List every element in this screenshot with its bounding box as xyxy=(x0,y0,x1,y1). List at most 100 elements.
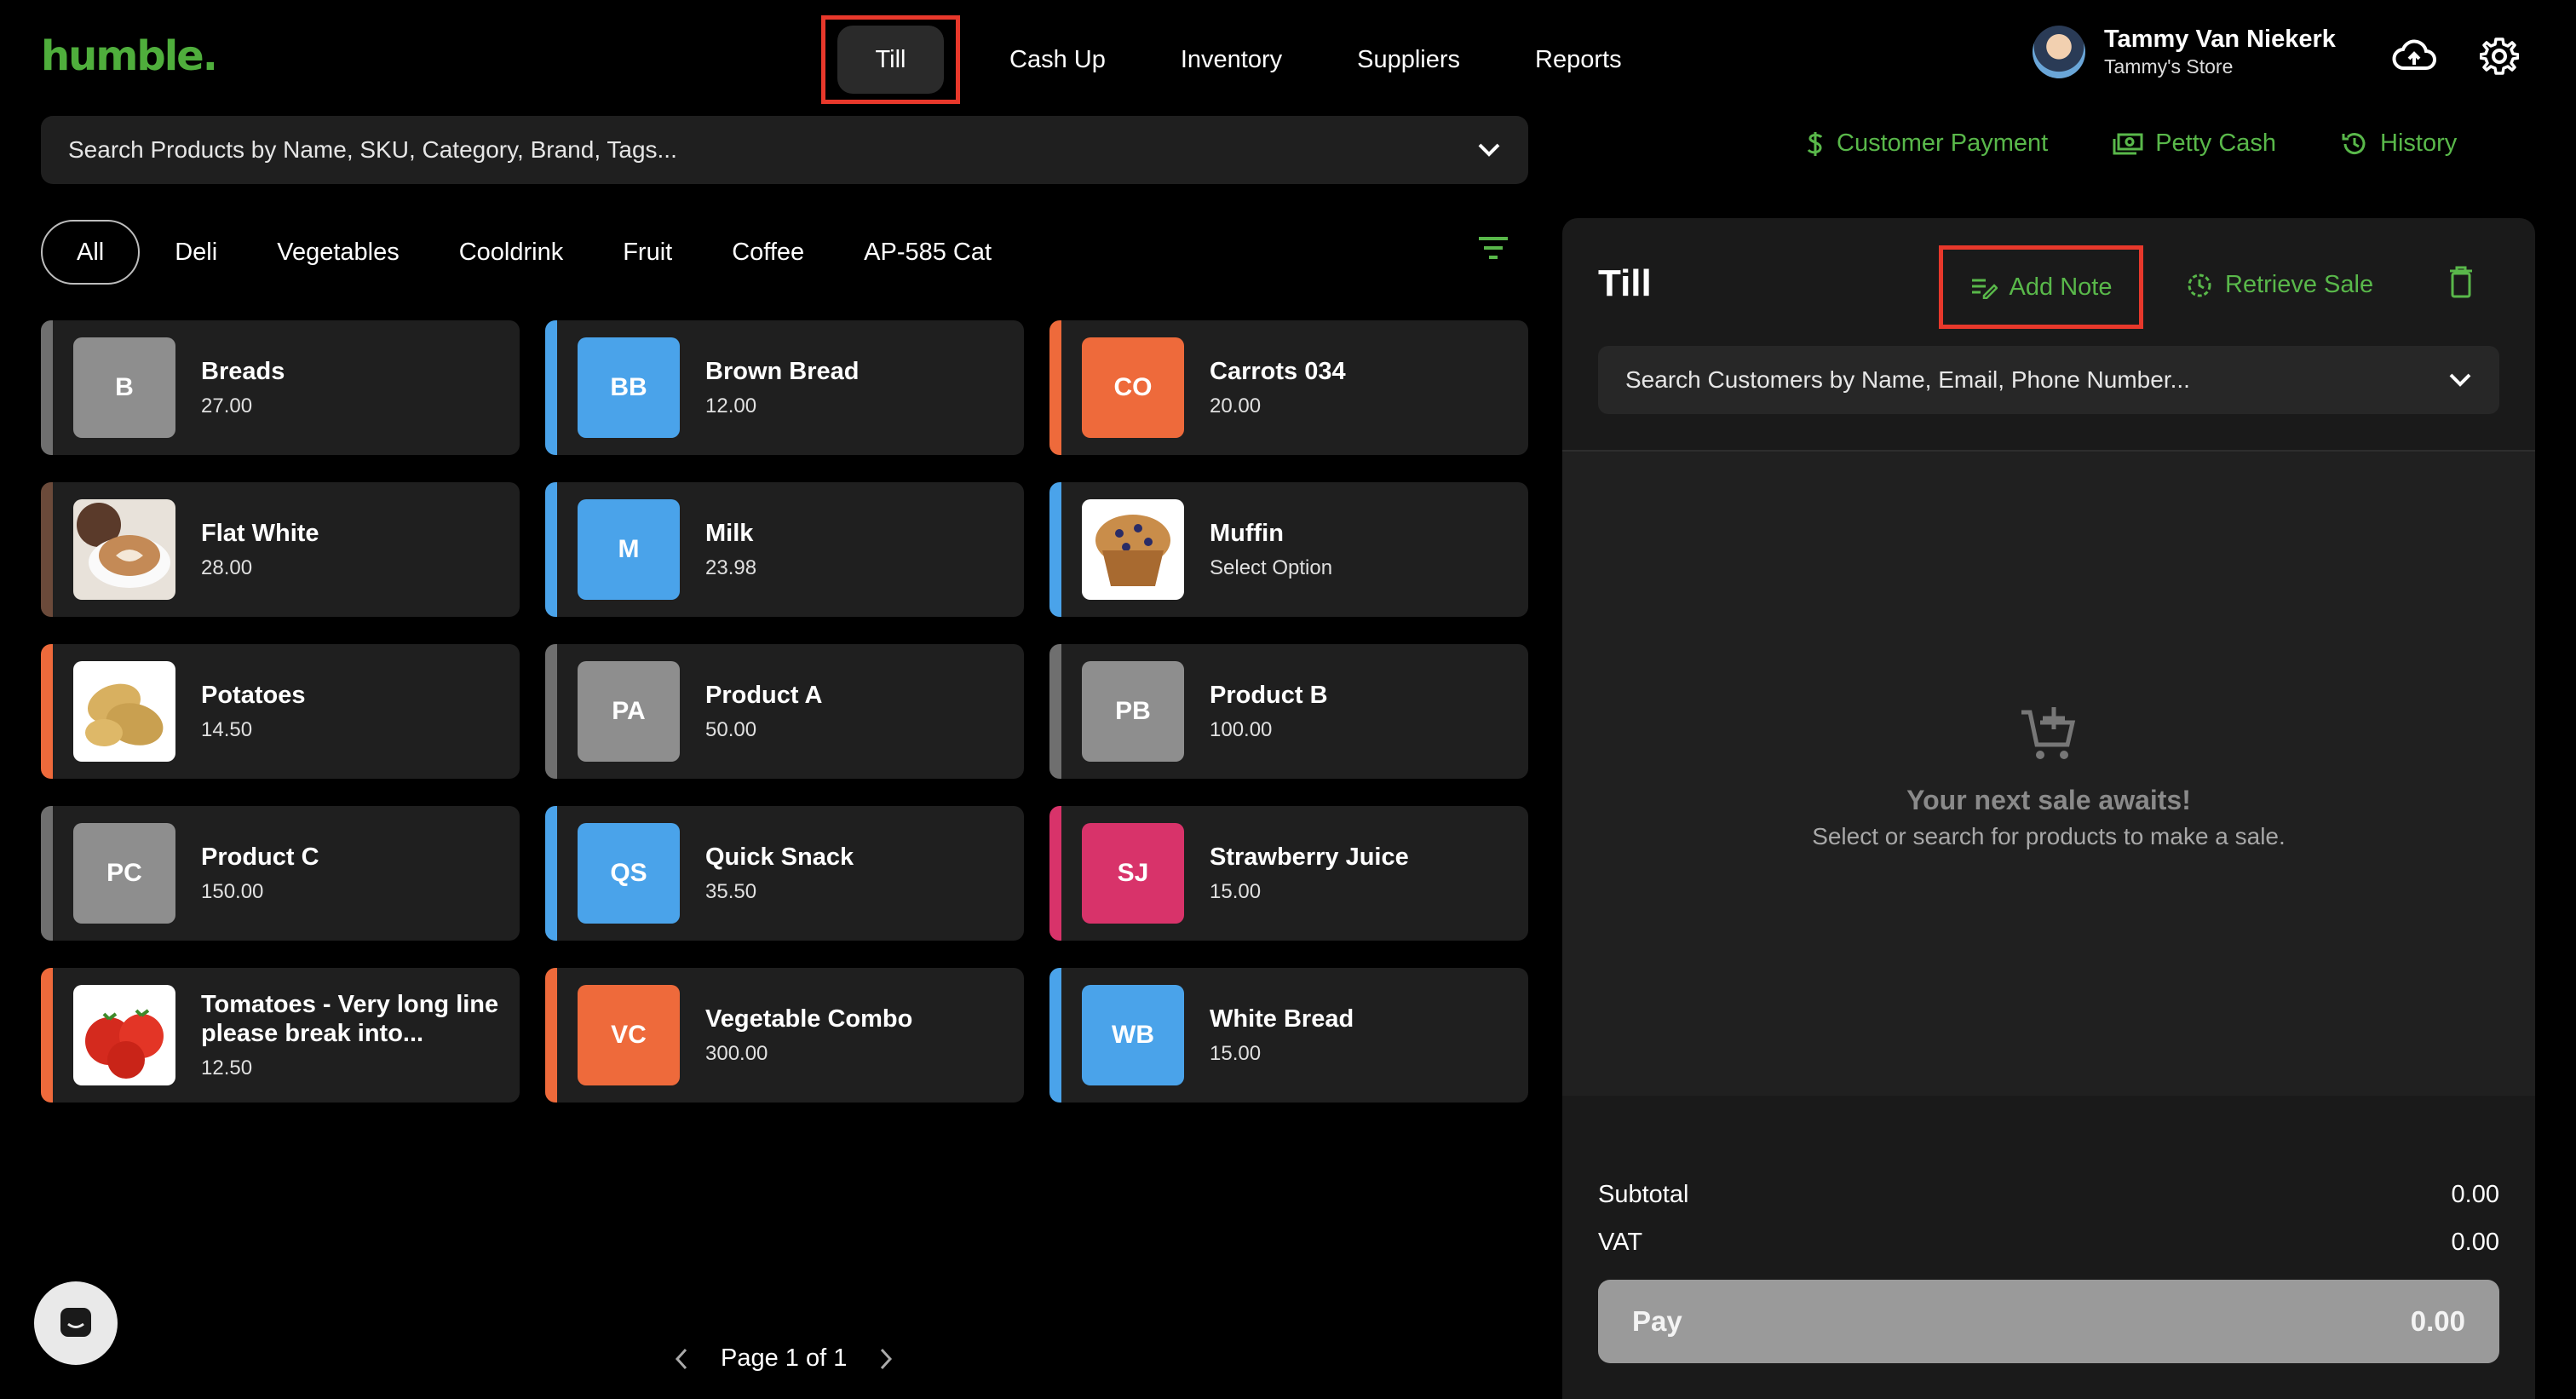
category-all[interactable]: All xyxy=(41,220,141,285)
tab-reports[interactable]: Reports xyxy=(1498,18,1659,101)
product-color-stripe xyxy=(41,482,53,617)
category-fruit[interactable]: Fruit xyxy=(593,220,702,285)
product-color-stripe xyxy=(1049,644,1061,779)
chevron-right-icon[interactable] xyxy=(869,1347,903,1371)
add-note-label: Add Note xyxy=(2009,273,2113,301)
product-card[interactable]: M Milk 23.98 xyxy=(545,482,1024,617)
product-card[interactable]: SJ Strawberry Juice 15.00 xyxy=(1049,806,1528,941)
history-button[interactable]: History xyxy=(2341,130,2457,158)
retrieve-sale-label: Retrieve Sale xyxy=(2225,271,2374,298)
pay-button[interactable]: Pay 0.00 xyxy=(1598,1280,2499,1363)
chevron-down-icon[interactable] xyxy=(1477,142,1501,158)
gear-icon[interactable] xyxy=(2475,32,2523,80)
category-deli[interactable]: Deli xyxy=(145,220,247,285)
vat-value: 0.00 xyxy=(2451,1228,2499,1256)
user-store: Tammy's Store xyxy=(2104,55,2234,78)
product-info: Product A 50.00 xyxy=(705,644,1003,779)
product-info: Carrots 034 20.00 xyxy=(1210,320,1508,455)
product-image xyxy=(73,661,175,762)
retrieve-sale-button[interactable]: Retrieve Sale xyxy=(2186,271,2373,299)
product-color-stripe xyxy=(545,806,557,941)
product-image xyxy=(73,985,175,1085)
product-card[interactable]: CO Carrots 034 20.00 xyxy=(1049,320,1528,455)
tab-cash-up[interactable]: Cash Up xyxy=(972,18,1143,101)
empty-title: Your next sale awaits! xyxy=(1906,785,2191,815)
product-card[interactable]: QS Quick Snack 35.50 xyxy=(545,806,1024,941)
product-card[interactable]: PB Product B 100.00 xyxy=(1049,644,1528,779)
product-price: 50.00 xyxy=(705,718,757,741)
product-card[interactable]: PC Product C 150.00 xyxy=(41,806,520,941)
product-name: Strawberry Juice xyxy=(1210,843,1409,871)
product-color-stripe xyxy=(1049,806,1061,941)
product-info: Product C 150.00 xyxy=(201,806,499,941)
product-price: 12.50 xyxy=(201,1056,253,1079)
empty-subtitle: Select or search for products to make a … xyxy=(1812,823,2286,849)
product-color-stripe xyxy=(1049,482,1061,617)
sort-icon[interactable] xyxy=(1477,235,1509,265)
user-name: Tammy Van Niekerk xyxy=(2104,26,2336,53)
product-card[interactable]: BB Brown Bread 12.00 xyxy=(545,320,1024,455)
tab-suppliers[interactable]: Suppliers xyxy=(1320,18,1498,101)
product-color-stripe xyxy=(545,320,557,455)
product-color-stripe xyxy=(545,968,557,1103)
product-initials: QS xyxy=(578,823,680,924)
product-card[interactable]: Potatoes 14.50 xyxy=(41,644,520,779)
subtotal-row: Subtotal 0.00 xyxy=(1598,1171,2499,1218)
chat-button[interactable] xyxy=(34,1281,118,1365)
chevron-down-icon[interactable] xyxy=(2448,372,2472,388)
customer-payment-label: Customer Payment xyxy=(1837,130,2049,157)
category-coffee[interactable]: Coffee xyxy=(702,220,834,285)
subtotal-label: Subtotal xyxy=(1598,1180,1689,1208)
quick-actions: Customer Payment Petty Cash History xyxy=(1806,130,2457,158)
subtotal-value: 0.00 xyxy=(2451,1180,2499,1208)
tab-till[interactable]: Till xyxy=(821,15,960,104)
add-note-button[interactable]: Add Note xyxy=(1939,245,2143,329)
product-card[interactable]: Tomatoes - Very long line please break i… xyxy=(41,968,520,1103)
tab-till-label: Till xyxy=(837,26,944,94)
category-cooldrink[interactable]: Cooldrink xyxy=(429,220,594,285)
cash-icon xyxy=(2113,133,2143,154)
pay-amount: 0.00 xyxy=(2410,1305,2465,1337)
add-to-cart-icon xyxy=(2021,707,2076,759)
customer-search-input[interactable] xyxy=(1625,366,2426,394)
product-card[interactable]: Flat White 28.00 xyxy=(41,482,520,617)
product-name: Carrots 034 xyxy=(1210,358,1346,385)
chevron-left-icon[interactable] xyxy=(664,1347,699,1371)
avatar xyxy=(2033,26,2085,78)
product-card[interactable]: PA Product A 50.00 xyxy=(545,644,1024,779)
customer-payment-button[interactable]: Customer Payment xyxy=(1806,130,2048,158)
product-initials: VC xyxy=(578,985,680,1085)
product-price: 23.98 xyxy=(705,556,757,579)
product-price: 100.00 xyxy=(1210,718,1273,741)
tab-inventory[interactable]: Inventory xyxy=(1143,18,1320,101)
trash-icon[interactable] xyxy=(2448,266,2474,302)
customer-search[interactable] xyxy=(1598,346,2499,414)
product-initials: CO xyxy=(1082,337,1184,438)
history-icon xyxy=(2342,132,2366,154)
product-image xyxy=(1082,499,1184,600)
product-card[interactable]: WB White Bread 15.00 xyxy=(1049,968,1528,1103)
product-color-stripe xyxy=(1049,968,1061,1103)
product-info: Potatoes 14.50 xyxy=(201,644,499,779)
cloud-upload-icon[interactable] xyxy=(2390,32,2438,80)
note-icon xyxy=(1971,279,1998,299)
dollar-icon xyxy=(1807,131,1823,156)
pagination: Page 1 of 1 xyxy=(664,1344,903,1373)
product-name: Product C xyxy=(201,843,319,871)
totals: Subtotal 0.00 VAT 0.00 xyxy=(1598,1171,2499,1266)
product-price: 20.00 xyxy=(1210,394,1262,417)
product-card[interactable]: Muffin Select Option xyxy=(1049,482,1528,617)
pay-label: Pay xyxy=(1632,1305,1682,1337)
category-vegetables[interactable]: Vegetables xyxy=(247,220,429,285)
petty-cash-button[interactable]: Petty Cash xyxy=(2113,130,2276,158)
product-initials: WB xyxy=(1082,985,1184,1085)
product-search-input[interactable] xyxy=(68,136,1431,164)
product-card[interactable]: B Breads 27.00 xyxy=(41,320,520,455)
product-price: 15.00 xyxy=(1210,880,1262,903)
category-ap-585-cat[interactable]: AP-585 Cat xyxy=(834,220,1021,285)
product-card[interactable]: VC Vegetable Combo 300.00 xyxy=(545,968,1024,1103)
product-search[interactable] xyxy=(41,116,1528,184)
product-color-stripe xyxy=(1049,320,1061,455)
product-price: Select Option xyxy=(1210,556,1333,579)
user-profile[interactable]: Tammy Van Niekerk Tammy's Store xyxy=(2033,26,2336,78)
